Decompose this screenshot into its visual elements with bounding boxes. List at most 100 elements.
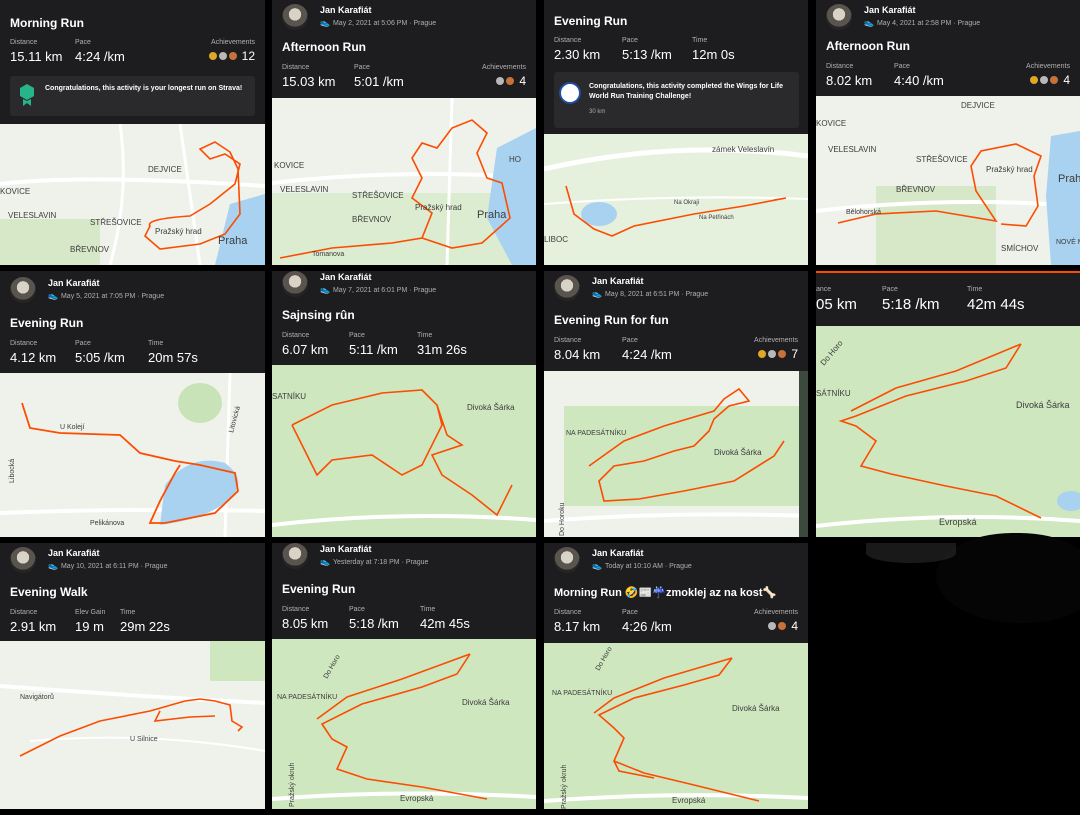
activity-card-10[interactable]: Jan Karafiát 👟 Today at 10:10 AM · Prague… [544,543,808,809]
activity-title[interactable]: Evening Run [10,316,83,330]
stat-time: Time 42m 45s [420,606,470,631]
map-label: Pražský okruh [289,763,296,807]
stat-pace: Pace 5:01 /km [354,64,404,89]
activity-title[interactable]: Afternoon Run [826,39,910,53]
athlete-name[interactable]: Jan Karafiát [48,548,100,558]
map-label: NA PADESÁTNÍKU [566,428,626,437]
stat-pace: Pace 4:40 /km [894,63,944,88]
activity-title[interactable]: Morning Run 🤣📰☔zmoklej az na kost🦴 [554,586,776,599]
route-map[interactable]: DEJVICE KOVICE VELESLAVIN STŘEŠOVICE BŘE… [0,124,265,265]
map-label: Pražský hrad [986,165,1033,174]
activity-title[interactable]: Evening Run for fun [554,313,669,327]
athlete-name[interactable]: Jan Karafiát [48,278,100,288]
stat-distance: Distance 6.07 km [282,332,329,357]
activity-card-1[interactable]: Jan Karafiát 👟 May 2, 2021 at 5:06 PM · P… [272,0,536,265]
activity-card-5[interactable]: Jan Karafiát 👟 May 7, 2021 at 6:01 PM · P… [272,271,536,537]
map-label: KOVICE [0,187,30,196]
achievements: Achievements 4 [482,64,526,88]
activity-card-6[interactable]: Jan Karafiát 👟 May 8, 2021 at 6:51 PM · P… [544,271,808,537]
map-label: Pražský hrad [415,203,462,212]
activity-card-3[interactable]: Jan Karafiát 👟 May 4, 2021 at 2:58 PM · P… [816,0,1080,265]
map-label: Na Okraji [674,200,699,206]
avatar[interactable] [554,275,580,301]
avatar[interactable] [826,4,852,30]
route-map[interactable]: Do Horo SÁTNÍKU Divoká Šárka Evropská [816,326,1080,537]
gold-medal-icon [758,350,767,358]
map-label: zámek Veleslavín [712,145,774,154]
stat-time: Time 12m 0s [692,37,735,62]
activity-title[interactable]: Evening Walk [10,585,88,599]
map-label: NA PADESÁTNÍKU [277,692,337,701]
athlete-name[interactable]: Jan Karafiát [320,5,372,15]
map-label: KOVICE [816,119,846,128]
route-map[interactable]: Navigátorů U Silnice [0,641,265,809]
bronze-medal-icon [778,622,787,630]
activity-title[interactable]: Morning Run [10,16,84,30]
map-label: Praha [218,235,248,247]
route-map[interactable]: KOVICE VELESLAVIN STŘEŠOVICE BŘEVNOV Pra… [272,98,536,265]
silver-medal-icon [768,350,777,358]
avatar[interactable] [10,547,36,573]
map-label: BŘEVNOV [70,245,110,254]
map-label: Divoká Šárka [462,698,510,707]
bronze-medal-icon [778,350,787,358]
achievements: Achievements 12 [208,39,255,63]
map-label: STŘEŠOVICE [90,218,142,227]
map-label: SÁTNÍKU [816,389,851,398]
avatar[interactable] [10,277,36,303]
avatar[interactable] [282,271,308,297]
map-label: Divoká Šárka [732,704,780,713]
activity-card-8[interactable]: Jan Karafiát 👟 May 10, 2021 at 6:11 PM · … [0,543,265,809]
shoe-icon: 👟 [320,18,330,27]
athlete-name[interactable]: Jan Karafiát [592,548,644,558]
activity-card-2[interactable]: Evening Run Distance 2.30 km Pace 5:13 /km… [544,0,808,265]
avatar[interactable] [282,4,308,30]
shoe-icon: 👟 [864,18,874,27]
stat-pace: Pace 4:26 /km [622,609,672,634]
map-label: Prah [1058,173,1080,185]
route-map[interactable]: Divoká Šárka SATNÍKU [272,365,536,537]
gold-medal-icon [208,52,217,60]
activity-card-4[interactable]: Jan Karafiát 👟 May 5, 2021 at 7:05 PM · P… [0,271,265,537]
athlete-name[interactable]: Jan Karafiát [864,5,916,15]
map-label: Pražský okruh [561,765,568,809]
map-label: DEJVICE [148,165,182,174]
achievements: Achievements 4 [754,609,798,633]
athlete-name[interactable]: Jan Karafiát [320,544,372,554]
route-map[interactable]: NA PADESÁTNÍKU Divoká Šárka Do Horoku [544,371,808,537]
activity-title[interactable]: Sajnsing rûn [282,308,355,322]
stat-pace: Pace 5:18 /km [349,606,399,631]
activity-card-9[interactable]: Jan Karafiát 👟 Yesterday at 7:18 PM · Pra… [272,543,536,809]
map-label: SATNÍKU [272,392,306,401]
map-label: Pražský hrad [155,227,202,236]
stat-pace: Pace 4:24 /km [622,337,672,362]
activity-title[interactable]: Evening Run [282,582,355,596]
map-label: Evropská [672,796,706,805]
route-map[interactable]: Do Horo NA PADESÁTNÍKU Divoká Šárka Evro… [272,639,536,809]
stat-distance: Distance 15.11 km [10,39,63,64]
activity-title[interactable]: Afternoon Run [282,40,366,54]
activity-meta: 👟 May 8, 2021 at 6:51 PM · Prague [592,289,709,298]
walk-icon: 👟 [48,561,58,570]
activity-title[interactable]: Evening Run [554,14,627,28]
route-map[interactable]: Do Horo NA PADESÁTNÍKU Divoká Šárka Evro… [544,643,808,809]
avatar[interactable] [554,547,580,573]
stat-time: Time 31m 26s [417,332,467,357]
map-label: VELESLAVIN [828,145,877,154]
map-label: VELESLAVIN [8,211,57,220]
challenge-banner[interactable]: Congratulations, this activity completed… [554,72,799,128]
route-map[interactable]: DEJVICE KOVICE VELESLAVIN STŘEŠOVICE BŘE… [816,96,1080,265]
avatar[interactable] [282,543,308,569]
route-map[interactable]: zámek Veleslavín Na Okraji Na Petřinách … [544,134,808,265]
route-map[interactable]: U Kolejí Libocká Litovická Pelikánova [0,373,265,537]
map-label: U Silnice [130,736,158,743]
activity-card-0[interactable]: Morning Run Distance 15.11 km Pace 4:24 /k… [0,0,265,265]
map-label: Evropská [939,517,977,527]
athlete-name[interactable]: Jan Karafiát [320,272,372,282]
stat-distance: Distance 4.12 km [10,340,57,365]
activity-card-7[interactable]: ance 05 km Pace 5:18 /km Time 42m 44s Do Ho… [816,271,1080,537]
athlete-name[interactable]: Jan Karafiát [592,276,644,286]
longest-run-banner: Congratulations, this activity is your l… [10,76,255,116]
map-label: Navigátorů [20,693,54,701]
divider-line [816,271,1080,273]
